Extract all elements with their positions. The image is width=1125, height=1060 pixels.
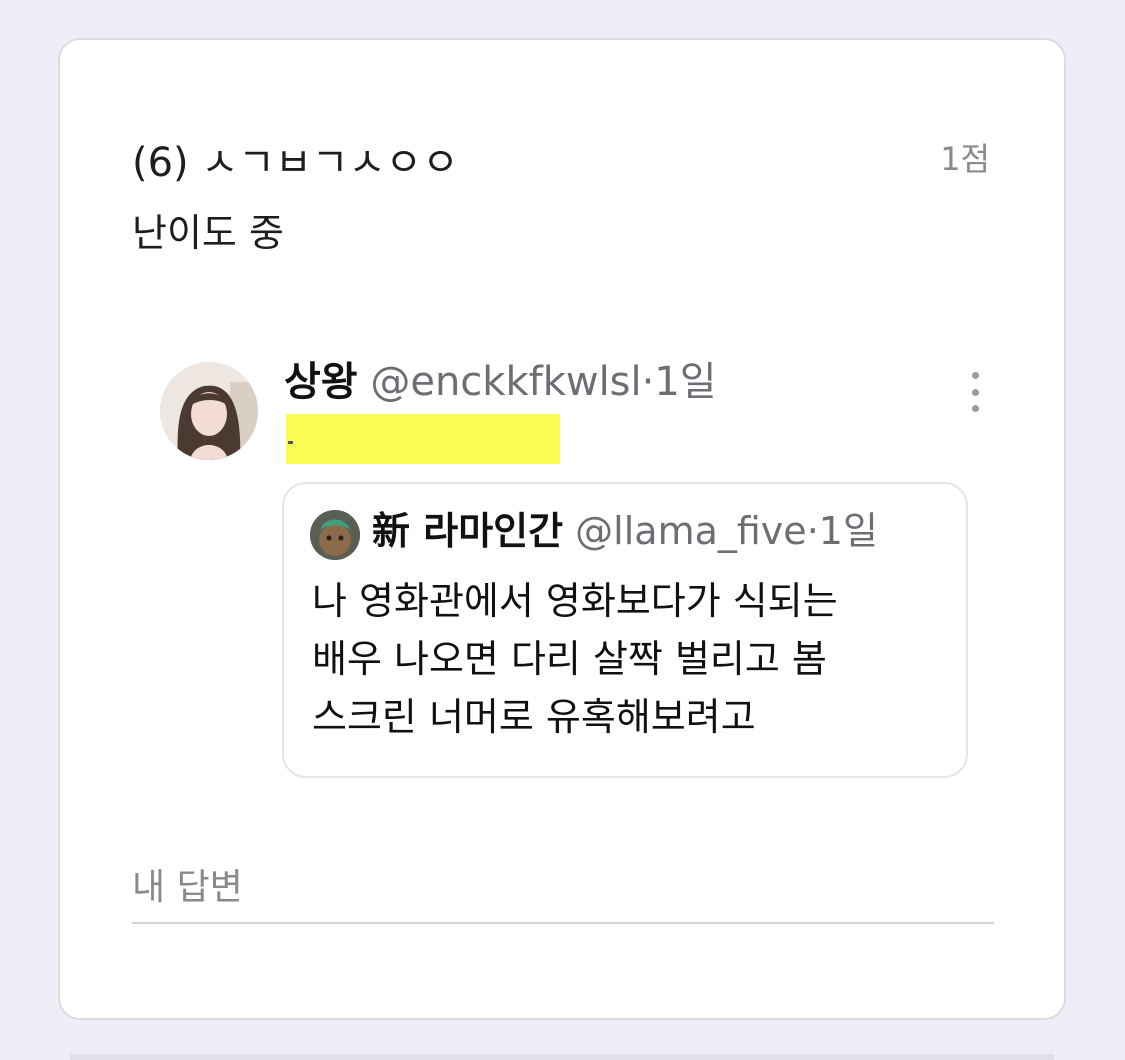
question-points: 1점 <box>940 140 990 178</box>
quote-line: 나 영화관에서 영화보다가 식되는 <box>312 579 838 623</box>
quote-author-name: 新 라마인간 <box>372 509 564 553</box>
highlight-redaction <box>286 414 560 464</box>
tweet-author-name: 상왕 <box>284 359 358 405</box>
tweet-header: 상왕 @enckkfkwlsl·1일 <box>284 358 717 406</box>
tweet-separator: · <box>641 359 655 405</box>
quoted-tweet[interactable]: 新 라마인간 @llama_five·1일 나 영화관에서 영화보다가 식되는 … <box>282 482 968 778</box>
avatar-image <box>160 362 258 460</box>
question-title: (6) ㅅㄱㅂㄱㅅㅇㅇ <box>132 140 459 186</box>
quote-author-handle: @llama_five <box>575 509 807 553</box>
next-card-edge <box>70 1054 1054 1060</box>
quote-separator: · <box>806 509 819 553</box>
answer-underline <box>132 922 994 924</box>
quote-avatar-image <box>310 510 360 560</box>
quote-body: 나 영화관에서 영화보다가 식되는 배우 나오면 다리 살짝 벌리고 봄 스크린… <box>312 572 952 746</box>
answer-field[interactable]: 내 답변 <box>132 858 243 910</box>
question-difficulty: 난이도 중 <box>132 211 284 255</box>
quote-avatar <box>310 510 360 560</box>
text-remnant <box>288 441 293 444</box>
avatar <box>160 362 258 460</box>
tweet-time: 1일 <box>654 359 717 405</box>
tweet-author-handle: @enckkfkwlsl <box>370 359 642 405</box>
question-card: (6) ㅅㄱㅂㄱㅅㅇㅇ 1점 난이도 중 상왕 @enckkfkwlsl·1일 <box>58 38 1066 1020</box>
tweet-screenshot: 상왕 @enckkfkwlsl·1일 新 라마인간 @llama_five·1일 <box>160 358 990 788</box>
quote-header: 新 라마인간 @llama_five·1일 <box>372 506 878 556</box>
quote-line: 배우 나오면 다리 살짝 벌리고 봄 <box>312 637 827 681</box>
quote-time: 1일 <box>818 509 878 553</box>
more-vertical-icon[interactable] <box>960 372 990 412</box>
quote-line: 스크린 너머로 유혹해보려고 <box>312 695 756 739</box>
